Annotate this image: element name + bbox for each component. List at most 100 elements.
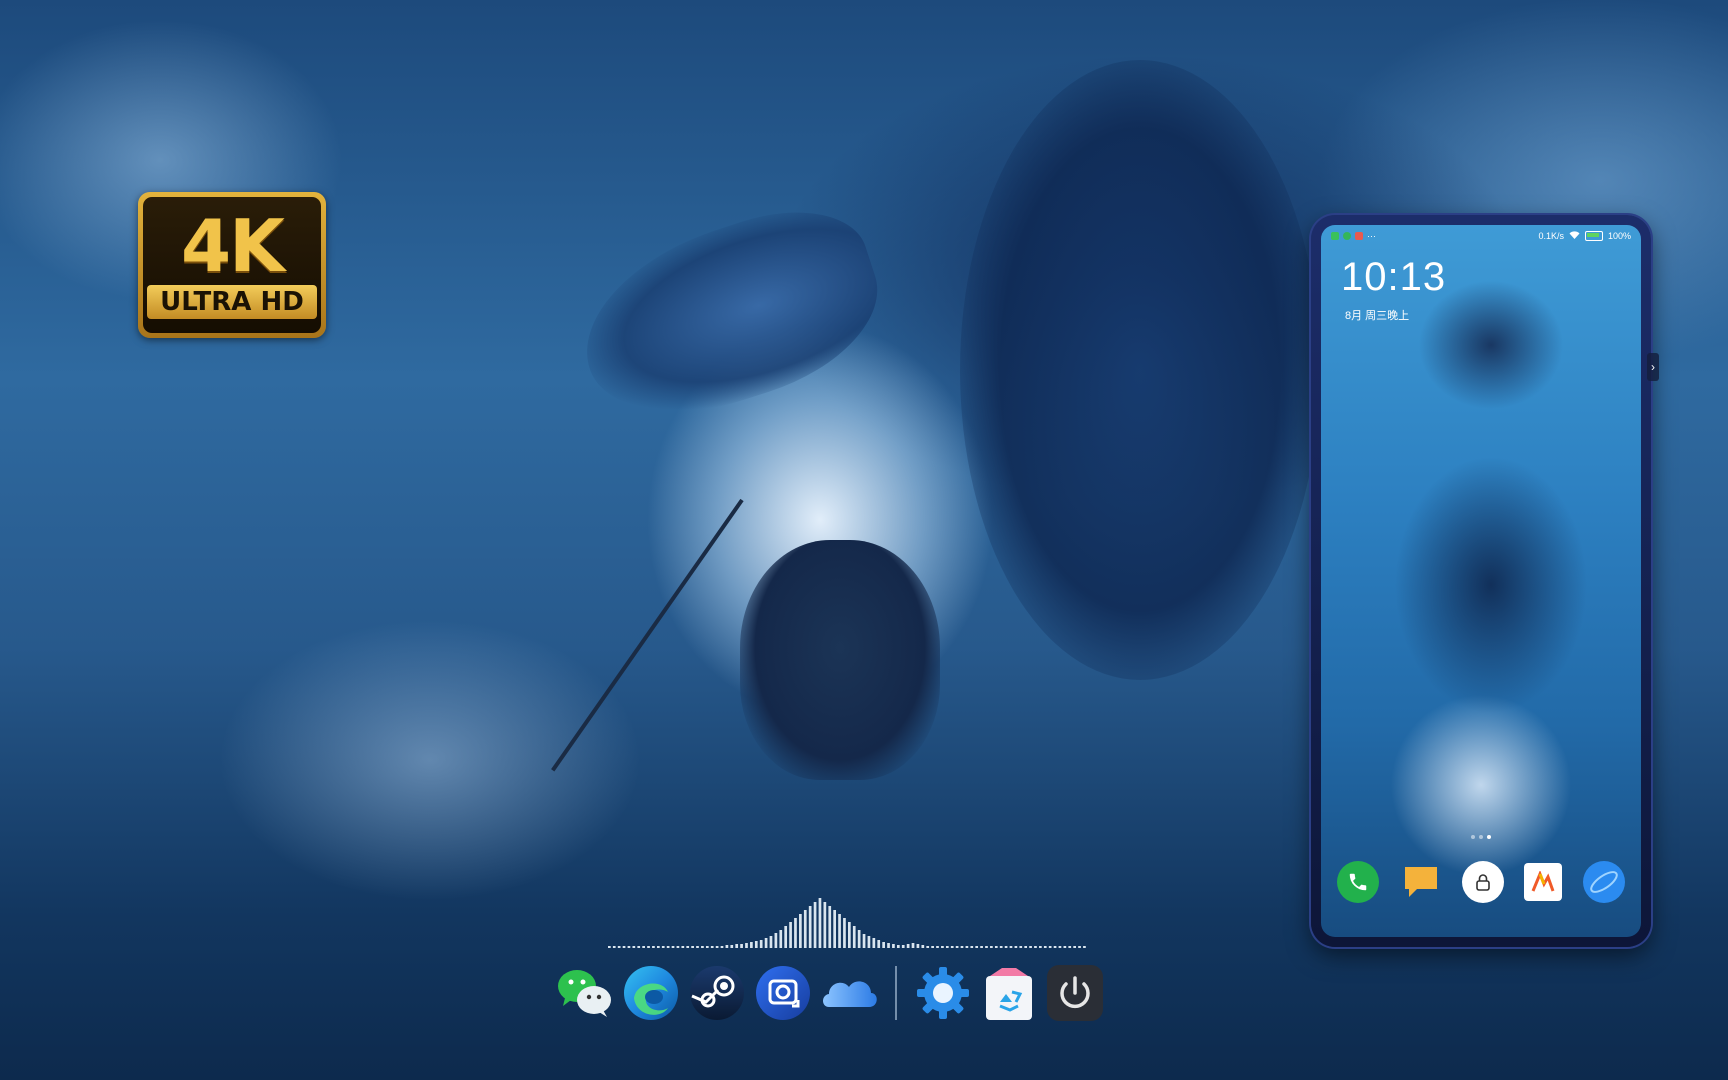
visualizer-bar <box>754 941 758 948</box>
visualizer-bar <box>656 946 660 948</box>
visualizer-bar <box>828 906 832 948</box>
visualizer-bar <box>774 933 778 948</box>
visualizer-bar <box>852 926 856 948</box>
visualizer-bar <box>637 946 641 948</box>
visualizer-bar <box>823 902 827 948</box>
visualizer-bar <box>887 943 890 948</box>
edge-browser-icon[interactable] <box>621 963 681 1023</box>
visualizer-bar <box>681 946 685 948</box>
visualizer-bar <box>906 944 910 948</box>
visualizer-bar <box>764 938 768 948</box>
visualizer-bar <box>622 946 626 948</box>
visualizer-bar <box>696 946 699 948</box>
lockscreen-date: 8月 周三晚上 <box>1345 310 1410 322</box>
visualizer-bar <box>955 946 959 948</box>
visualizer-bar <box>1068 946 1072 948</box>
visualizer-bar <box>784 926 788 948</box>
visualizer-bar <box>1019 946 1023 948</box>
visualizer-bar <box>936 946 939 948</box>
visualizer-bar <box>882 942 885 948</box>
visualizer-bar <box>896 945 900 948</box>
visualizer-bar <box>838 914 841 948</box>
office-app-icon[interactable] <box>1524 863 1563 901</box>
visualizer-bar <box>862 934 866 948</box>
visualizer-bar <box>975 946 979 948</box>
visualizer-bar <box>612 946 616 948</box>
visualizer-bar <box>1014 946 1018 948</box>
visualizer-bar <box>965 946 969 948</box>
visualizer-bar <box>901 945 905 948</box>
settings-gear-icon[interactable] <box>913 963 973 1023</box>
visualizer-bar <box>1058 946 1062 948</box>
visualizer-bar <box>960 946 964 948</box>
visualizer-bar <box>1083 946 1086 948</box>
4k-ultra-hd-badge: 4K ULTRA HD <box>138 192 326 338</box>
steam-icon[interactable] <box>687 963 747 1023</box>
visualizer-bar <box>994 946 998 948</box>
visualizer-bar <box>1009 946 1013 948</box>
visualizer-bar <box>769 936 773 948</box>
visualizer-bar <box>1048 946 1052 948</box>
visualizer-bar <box>671 946 675 948</box>
visualizer-bar <box>608 946 611 948</box>
visualizer-bar <box>779 930 783 948</box>
visualizer-bar <box>627 946 631 948</box>
visualizer-bar <box>985 946 988 948</box>
phone-app-icon[interactable] <box>1337 861 1380 903</box>
visualizer-bar <box>941 946 944 948</box>
visualizer-bar <box>632 946 636 948</box>
visualizer-bar <box>789 922 792 948</box>
wechat-icon[interactable] <box>555 963 615 1023</box>
visualizer-bar <box>803 910 807 948</box>
visualizer-bar <box>980 946 983 948</box>
visualizer-bar <box>647 946 650 948</box>
more-dots-icon: ··· <box>1367 231 1376 241</box>
visualizer-bar <box>759 940 763 948</box>
visualizer-bar <box>799 914 802 948</box>
visualizer-bar <box>794 918 797 948</box>
wallpaper-warrior <box>740 540 940 780</box>
visualizer-bar <box>867 936 871 948</box>
pager-dot <box>1471 835 1475 839</box>
home-pager <box>1321 835 1641 839</box>
status-right-icons: 0.1K/s 100% <box>1538 230 1631 242</box>
browser-app-icon[interactable] <box>1582 861 1625 903</box>
visualizer-bar <box>715 946 719 948</box>
phone-mirror-window[interactable]: ··· 0.1K/s 100% 10:13 8月 周三晚上 › <box>1311 215 1659 947</box>
visualizer-bar <box>666 946 670 948</box>
onedrive-icon[interactable] <box>819 963 879 1023</box>
power-icon[interactable] <box>1045 963 1105 1023</box>
phone-screen[interactable]: ··· 0.1K/s 100% 10:13 8月 周三晚上 <box>1321 225 1641 937</box>
battery-icon <box>1584 231 1603 241</box>
badge-ultra-hd-text: ULTRA HD <box>147 285 317 319</box>
phone-status-bar: ··· 0.1K/s 100% <box>1321 225 1641 247</box>
visualizer-bar <box>652 946 655 948</box>
screenshot-tool-icon[interactable] <box>753 963 813 1023</box>
shield-icon <box>1343 232 1351 240</box>
visualizer-bar <box>676 946 680 948</box>
lockscreen-clock: 10:13 <box>1341 255 1447 299</box>
badge-inner: 4K ULTRA HD <box>143 197 321 333</box>
visualizer-bar <box>720 946 724 948</box>
visualizer-bar <box>892 944 895 948</box>
visualizer-bar <box>970 946 974 948</box>
network-speed: 0.1K/s <box>1538 231 1564 241</box>
lock-app-icon[interactable] <box>1461 861 1504 903</box>
visualizer-bar <box>661 946 665 948</box>
visualizer-bar <box>745 943 748 948</box>
recycle-bin-icon[interactable] <box>979 963 1039 1023</box>
status-left-icons: ··· <box>1331 231 1376 241</box>
visualizer-bar <box>877 940 881 948</box>
pager-dot <box>1479 835 1483 839</box>
badge-4k-text: 4K <box>181 204 285 288</box>
wifi-icon <box>1569 230 1580 242</box>
visualizer-bar <box>1004 946 1008 948</box>
side-collapse-arrow[interactable]: › <box>1647 353 1659 381</box>
visualizer-bar <box>1053 946 1057 948</box>
notes-app-icon[interactable] <box>1400 861 1442 903</box>
dock-separator <box>895 966 897 1020</box>
visualizer-bar <box>872 938 876 948</box>
visualizer-bar <box>725 945 729 948</box>
visualizer-bar <box>1029 946 1032 948</box>
visualizer-bar <box>926 946 930 948</box>
